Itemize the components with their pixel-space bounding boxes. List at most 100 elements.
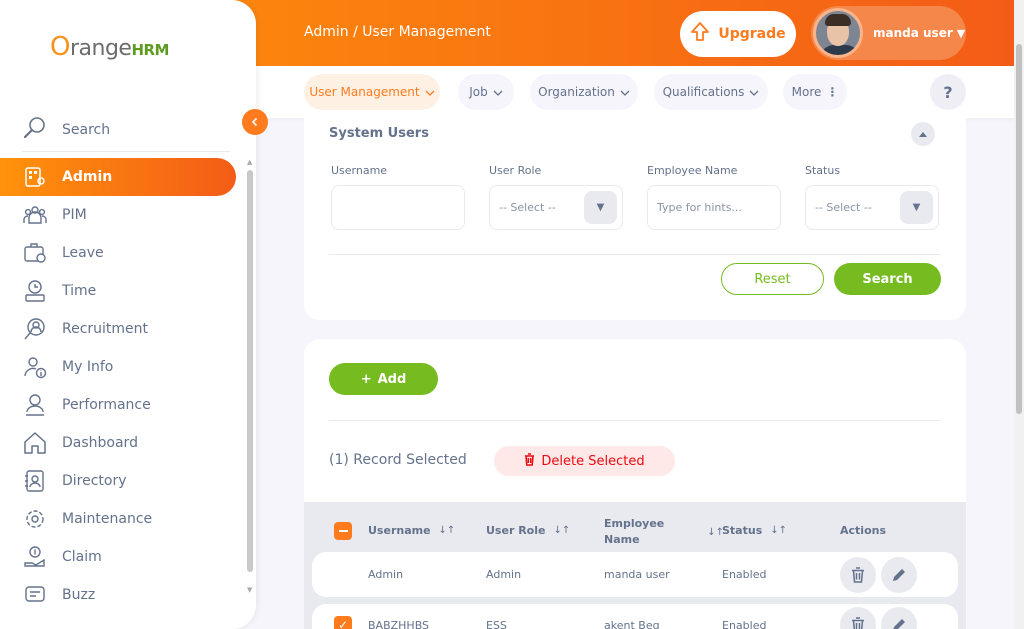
cell-user-role: ESS [486, 619, 507, 629]
column-user-role[interactable]: User Role ↓↑ [486, 524, 570, 537]
user-role-select[interactable]: -- Select -- ▼ [489, 185, 623, 230]
sidebar-scrollbar[interactable]: ▲ ▼ [247, 158, 253, 598]
more-dots-icon: ⋮ [826, 85, 839, 99]
sidebar-item-label: Buzz [62, 587, 96, 603]
caret-down-icon: ▼ [584, 191, 617, 224]
employee-name-input[interactable]: Type for hints... [647, 185, 781, 230]
leave-icon [22, 240, 48, 266]
sidebar-item-label: PIM [62, 207, 87, 223]
sidebar-item-buzz[interactable]: Buzz [0, 576, 236, 614]
sort-icon: ↓↑ [770, 525, 788, 536]
user-name: manda user [873, 26, 953, 40]
time-icon [22, 278, 48, 304]
tab-job[interactable]: Job [458, 74, 514, 110]
column-username[interactable]: Username ↓↑ [368, 524, 455, 537]
sidebar-item-claim[interactable]: Claim [0, 538, 236, 576]
chevron-down-icon [620, 85, 630, 99]
chevron-down-icon [493, 85, 503, 99]
cell-employee-name: manda user [604, 568, 670, 581]
row-checkbox[interactable]: ✓ [334, 616, 352, 629]
sidebar-item-label: Claim [62, 549, 102, 565]
card-title: System Users [329, 126, 429, 141]
sidebar-item-directory[interactable]: Directory [0, 462, 236, 500]
caret-down-icon: ▼ [900, 191, 933, 224]
buzz-icon [22, 582, 48, 608]
divider [329, 420, 941, 421]
sidebar-item-time[interactable]: Time [0, 272, 236, 310]
column-actions: Actions [840, 524, 886, 537]
tab-label: More [791, 85, 822, 99]
search-button[interactable]: Search [834, 263, 941, 295]
sort-icon: ↓↑ [553, 525, 571, 536]
sidebar: OrangeHRM Search Admin PIM Leave Time Re… [0, 0, 256, 629]
sidebar-item-label: Recruitment [62, 321, 149, 337]
tab-label: Job [469, 85, 488, 99]
trash-icon [852, 567, 864, 583]
recruitment-icon [22, 316, 48, 342]
chevron-down-icon [425, 85, 435, 99]
sidebar-item-label: Time [62, 283, 97, 299]
maintenance-icon [22, 506, 48, 532]
upgrade-label: Upgrade [718, 26, 786, 42]
sidebar-item-maintenance[interactable]: Maintenance [0, 500, 236, 538]
delete-row-button[interactable] [840, 557, 876, 593]
tab-label: Organization [538, 85, 615, 99]
sidebar-item-label: Leave [62, 245, 104, 261]
sidebar-item-pim[interactable]: PIM [0, 196, 236, 234]
sidebar-item-performance[interactable]: Performance [0, 386, 236, 424]
add-button[interactable]: + Add [329, 363, 438, 395]
sidebar-search[interactable]: Search [22, 108, 230, 152]
delete-selected-button[interactable]: Delete Selected [494, 446, 675, 476]
chevron-left-icon [251, 117, 258, 127]
username-label: Username [331, 164, 388, 177]
sidebar-item-label: Maintenance [62, 511, 153, 527]
status-value: -- Select -- [815, 201, 872, 214]
column-employee-name[interactable]: Employee Name ↓↑ [604, 516, 724, 548]
upgrade-button[interactable]: Upgrade [680, 11, 796, 57]
tab-more[interactable]: More ⋮ [783, 74, 847, 110]
pencil-icon [893, 619, 905, 629]
search-icon [22, 115, 48, 145]
help-button[interactable]: ? [930, 74, 966, 110]
column-status[interactable]: Status ↓↑ [722, 524, 787, 537]
status-label: Status [805, 164, 841, 177]
cell-username: BABZHHBS [368, 619, 430, 629]
sidebar-item-leave[interactable]: Leave [0, 234, 236, 272]
plus-icon: + [360, 371, 372, 387]
collapse-filter-button[interactable] [911, 122, 935, 146]
orangehrm-logo: OrangeHRM [50, 32, 169, 62]
sidebar-item-label: Dashboard [62, 435, 138, 451]
sidebar-item-dashboard[interactable]: Dashboard [0, 424, 236, 462]
sidebar-item-recruitment[interactable]: Recruitment [0, 310, 236, 348]
sidebar-item-label: Directory [62, 473, 127, 489]
pim-icon [22, 202, 48, 228]
sidebar-item-my-info[interactable]: My Info [0, 348, 236, 386]
select-all-checkbox[interactable] [334, 522, 352, 540]
trash-icon [524, 452, 535, 470]
chevron-down-icon [749, 85, 759, 99]
page-scrollbar[interactable] [1014, 0, 1024, 629]
tab-organization[interactable]: Organization [530, 74, 638, 110]
upgrade-arrow-icon [690, 21, 710, 47]
edit-row-button[interactable] [881, 557, 917, 593]
reset-button[interactable]: Reset [721, 263, 824, 295]
dashboard-icon [22, 430, 48, 456]
sidebar-collapse-button[interactable] [242, 109, 268, 135]
username-input[interactable] [331, 185, 465, 230]
user-dropdown[interactable]: manda user ▼ [811, 6, 966, 60]
tab-label: User Management [309, 85, 420, 99]
status-select[interactable]: -- Select -- ▼ [805, 185, 939, 230]
add-label: Add [377, 371, 407, 387]
directory-icon [22, 468, 48, 494]
delete-label: Delete Selected [541, 453, 645, 469]
tab-user-management[interactable]: User Management [304, 74, 440, 110]
my-info-icon [22, 354, 48, 380]
admin-icon [22, 164, 48, 190]
avatar [813, 8, 863, 58]
tab-label: Qualifications [662, 85, 745, 99]
sidebar-item-admin[interactable]: Admin [0, 158, 236, 196]
user-role-label: User Role [489, 164, 542, 177]
tab-qualifications[interactable]: Qualifications [654, 74, 768, 110]
employee-name-label: Employee Name [647, 164, 738, 177]
breadcrumb: Admin / User Management [304, 24, 491, 40]
